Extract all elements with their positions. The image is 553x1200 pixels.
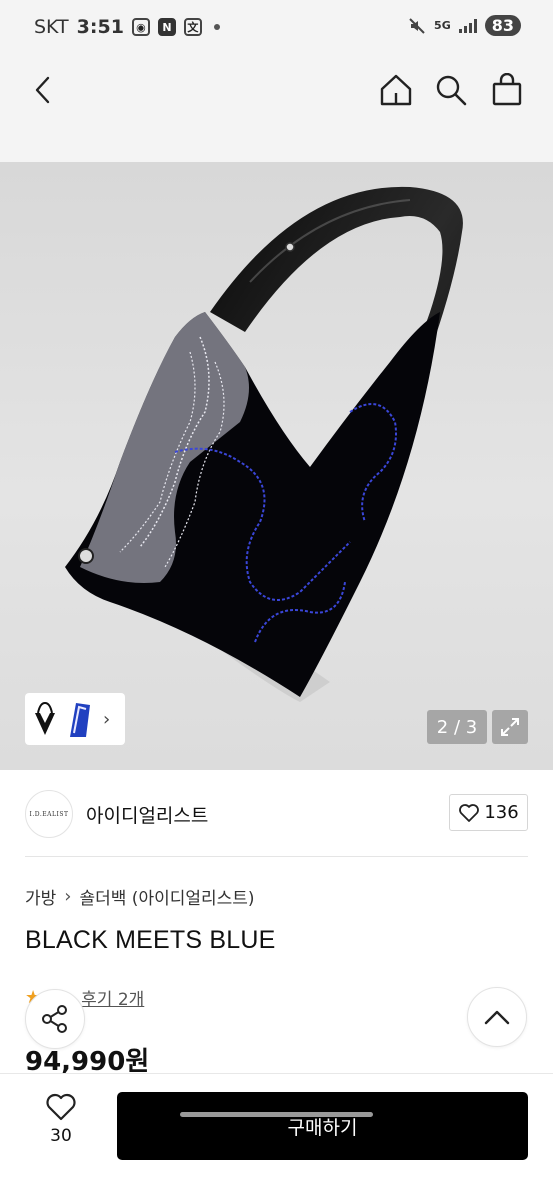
share-button[interactable] (25, 989, 85, 1049)
share-icon (42, 1005, 67, 1033)
chevron-right-icon: › (64, 886, 72, 907)
expand-icon (501, 718, 519, 736)
naver-icon: N (157, 18, 176, 36)
breadcrumb-category[interactable]: 가방 (25, 884, 56, 909)
translate-icon: 文 (183, 18, 202, 36)
chevron-up-icon (484, 1010, 510, 1025)
divider (25, 856, 528, 857)
mute-icon (409, 17, 425, 34)
chevron-right-icon[interactable]: › (99, 709, 110, 730)
breadcrumb-subcategory[interactable]: 숄더백 (아이디얼리스트) (79, 884, 254, 909)
wishlist-button[interactable]: 30 (30, 1092, 92, 1156)
clock: 3:51 (76, 16, 124, 38)
back-arrow-icon (35, 76, 50, 104)
notification-dot-icon (213, 24, 220, 30)
bag-thumbnail-blue (70, 703, 90, 737)
product-title: BLACK MEETS BLUE (25, 926, 276, 954)
status-bar: SKT 3:51 ◉ N 文 5G 83 (0, 0, 553, 58)
thumbnail-1[interactable] (29, 697, 61, 741)
top-navigation (0, 58, 553, 162)
heart-icon (459, 803, 480, 822)
thumbnail-2[interactable] (64, 697, 96, 741)
review-link[interactable]: 후기 2개 (81, 985, 144, 1010)
buy-button[interactable]: 구매하기 (117, 1092, 528, 1160)
search-icon (436, 75, 467, 106)
bottom-action-bar: 30 구매하기 (0, 1073, 553, 1200)
expand-button[interactable] (492, 710, 528, 744)
signal-icon (458, 18, 477, 33)
home-indicator (180, 1112, 373, 1117)
home-icon (380, 74, 412, 106)
thumbnail-strip[interactable]: › (25, 693, 125, 745)
brand-like-button[interactable]: 136 (449, 794, 528, 831)
scroll-top-button[interactable] (467, 987, 527, 1047)
brand-row[interactable]: I.D.EALIST 아이디얼리스트 136 (0, 770, 553, 856)
brand-like-count: 136 (484, 802, 519, 823)
battery-indicator: 83 (484, 15, 521, 36)
product-image-gallery[interactable]: › 2 / 3 (0, 162, 553, 770)
image-counter: 2 / 3 (427, 710, 487, 744)
wishlist-count: 30 (50, 1126, 72, 1146)
search-button[interactable] (429, 68, 473, 112)
heart-icon (46, 1093, 76, 1121)
product-image (65, 186, 463, 702)
screen-record-icon: ◉ (131, 18, 150, 36)
brand-name[interactable]: 아이디얼리스트 (86, 801, 208, 828)
shopping-bag-icon (492, 73, 522, 106)
cart-button[interactable] (485, 68, 529, 112)
breadcrumb: 가방 › 숄더백 (아이디얼리스트) (25, 884, 255, 909)
network-label: 5G (434, 19, 451, 32)
bag-thumbnail-black (35, 701, 55, 735)
brand-logo[interactable]: I.D.EALIST (25, 790, 73, 838)
home-button[interactable] (374, 68, 418, 112)
carrier-label: SKT (34, 16, 69, 38)
back-button[interactable] (22, 68, 66, 112)
